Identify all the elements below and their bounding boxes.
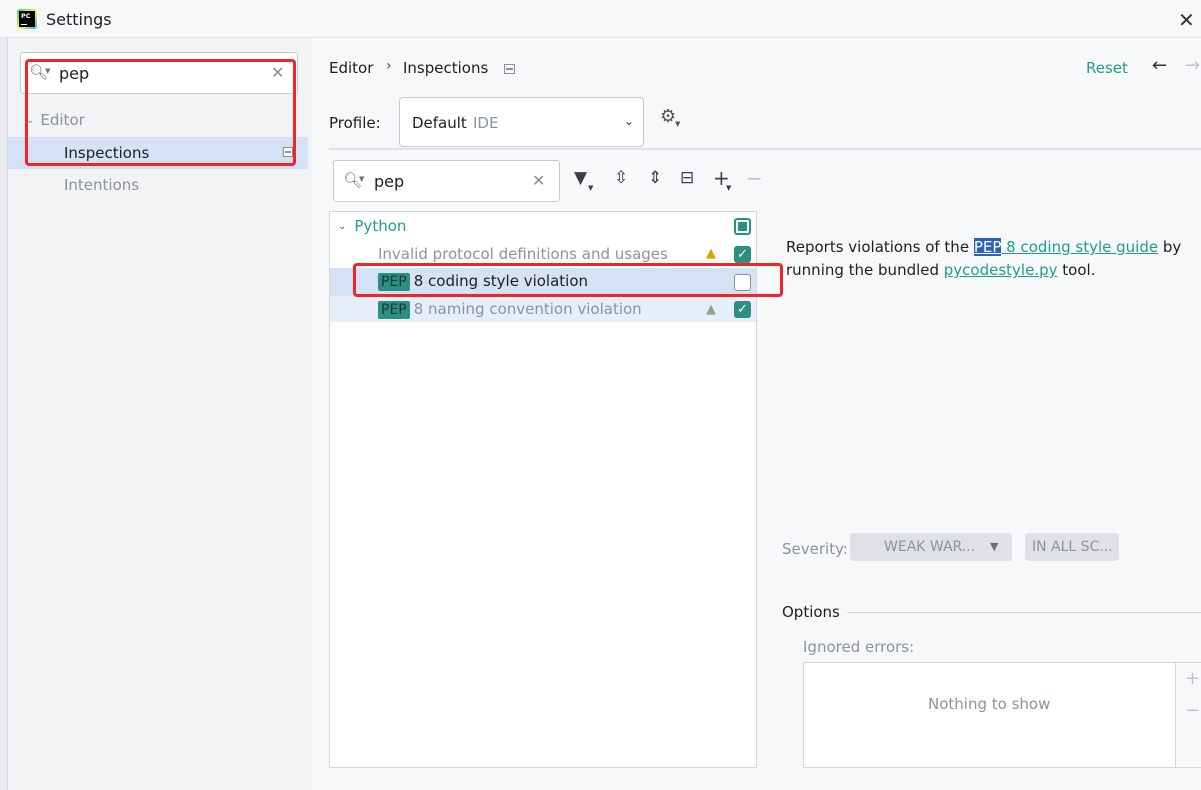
reset-to-default-icon[interactable]: ⊟ (680, 168, 694, 188)
severity-select[interactable]: WEAK WAR... ▼ (850, 533, 1012, 561)
breadcrumb-inspections: Inspections (403, 59, 489, 77)
coding-style-guide-link[interactable]: 8 coding style guide (1001, 238, 1158, 256)
chevron-down-icon: ⌄ (624, 114, 635, 128)
gear-icon[interactable]: ⚙ (660, 106, 676, 127)
pep-badge: PEP (378, 301, 410, 319)
back-arrow-icon[interactable]: ← (1152, 55, 1167, 76)
pycodestyle-link[interactable]: pycodestyle.py (944, 261, 1058, 279)
caret-down-icon: ▼ (990, 540, 999, 553)
add-icon[interactable]: + (1185, 668, 1200, 689)
pycharm-app-icon: PC (17, 9, 37, 29)
tree-group-python[interactable]: ⌄ Python (338, 217, 406, 235)
forward-arrow-icon[interactable]: → (1185, 55, 1200, 76)
empty-list-text: Nothing to show (928, 695, 1051, 713)
inspection-item-checkbox[interactable]: ✓ (734, 246, 751, 263)
title-bar (0, 0, 1201, 38)
scope-select[interactable]: IN ALL SC... (1025, 533, 1119, 561)
breadcrumb-editor[interactable]: Editor (329, 59, 373, 77)
expand-all-icon[interactable]: ⇳ (614, 168, 628, 188)
divider (329, 148, 1201, 150)
profile-label: Profile: (329, 114, 381, 132)
inspection-item-pep8-naming[interactable]: PEP 8 naming convention violation (378, 300, 642, 319)
profile-scope: IDE (473, 114, 499, 132)
weak-warning-icon: ▲ (706, 302, 716, 317)
reset-link[interactable]: Reset (1086, 59, 1128, 77)
breadcrumb-separator: › (386, 58, 392, 74)
options-title: Options (782, 603, 840, 621)
profile-select[interactable]: Default IDE ⌄ (399, 97, 644, 147)
annotation-highlight (25, 59, 296, 166)
project-scope-icon (504, 64, 515, 74)
inspection-description: Reports violations of the PEP 8 coding s… (786, 238, 1182, 279)
inspection-item-checkbox[interactable]: ✓ (734, 301, 751, 318)
filter-caret-icon: ▼ (588, 184, 594, 192)
sidebar-item-intentions[interactable]: Intentions (64, 176, 139, 194)
ignored-errors-label: Ignored errors: (803, 638, 915, 656)
divider (847, 612, 1201, 613)
remove-icon[interactable]: − (746, 166, 763, 190)
window-edge (0, 38, 8, 790)
inspection-item-label[interactable]: Invalid protocol definitions and usages (378, 245, 668, 263)
python-group-checkbox[interactable] (734, 218, 751, 235)
remove-icon[interactable]: − (1185, 700, 1200, 721)
inspections-search-input[interactable]: 🔍︎ ▼ pep ✕ (333, 160, 560, 202)
chevron-down-icon: ⌄ (338, 221, 347, 232)
warning-icon: ▲ (706, 246, 716, 261)
severity-label: Severity: (782, 540, 848, 558)
ignored-errors-list[interactable] (803, 662, 1176, 768)
collapse-all-icon[interactable]: ⇕ (648, 168, 662, 188)
profile-value: Default (412, 114, 467, 132)
annotation-highlight (353, 263, 783, 297)
clear-search-icon[interactable]: ✕ (532, 171, 545, 190)
search-history-caret-icon[interactable]: ▼ (359, 175, 364, 183)
close-icon[interactable]: ✕ (1178, 8, 1195, 32)
add-caret-icon: ▼ (726, 184, 732, 192)
filter-icon[interactable]: ▼ (574, 168, 587, 188)
gear-caret-icon: ▼ (675, 120, 681, 128)
window-title: Settings (46, 10, 112, 29)
pep-highlight[interactable]: PEP (973, 238, 1002, 256)
inspections-search-value: pep (374, 172, 405, 191)
